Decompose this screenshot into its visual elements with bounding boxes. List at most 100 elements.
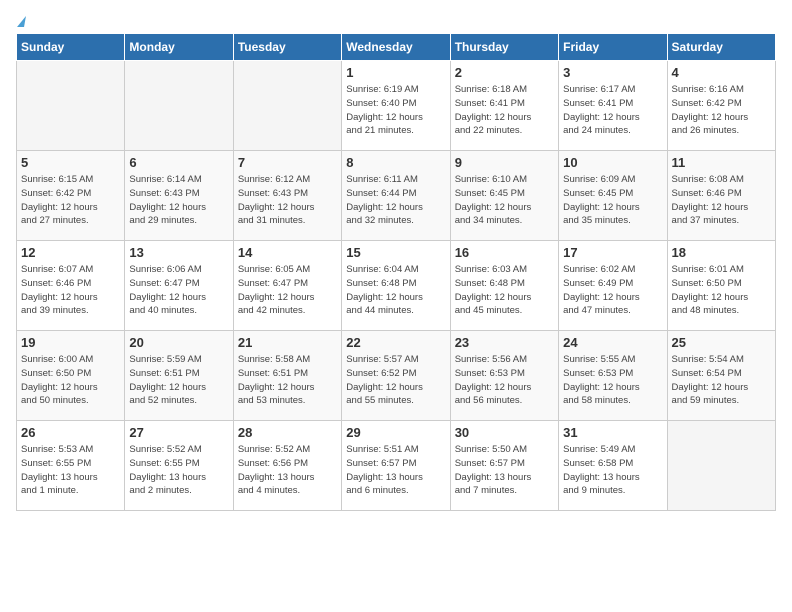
calendar-cell: 13Sunrise: 6:06 AM Sunset: 6:47 PM Dayli… <box>125 241 233 331</box>
calendar-cell: 10 Sunrise: 6:09 AM Sunset: 6:45 PM Dayli… <box>559 151 667 241</box>
calendar-cell: 6 Sunrise: 6:14 AM Sunset: 6:43 PM Daylig… <box>125 151 233 241</box>
day-number: 20 <box>129 335 228 350</box>
day-info: Sunrise: 6:10 AM Sunset: 6:45 PM Dayligh… <box>455 173 554 228</box>
day-number: 26 <box>21 425 120 440</box>
day-info: Sunrise: 6:03 AM Sunset: 6:48 PM Dayligh… <box>455 263 554 318</box>
day-number: 28 <box>238 425 337 440</box>
day-number: 30 <box>455 425 554 440</box>
day-info: Sunrise: 6:07 AM Sunset: 6:46 PM Dayligh… <box>21 263 120 318</box>
day-info: Sunrise: 6:12 AM Sunset: 6:43 PM Dayligh… <box>238 173 337 228</box>
day-info: Sunrise: 5:52 AM Sunset: 6:56 PM Dayligh… <box>238 443 337 498</box>
day-info: Sunrise: 5:49 AM Sunset: 6:58 PM Dayligh… <box>563 443 662 498</box>
calendar-cell: 22 Sunrise: 5:57 AM Sunset: 6:52 PM Dayli… <box>342 331 450 421</box>
calendar-cell: 3Sunrise: 6:17 AM Sunset: 6:41 PM Daylig… <box>559 61 667 151</box>
header <box>16 16 776 27</box>
day-info: Sunrise: 6:11 AM Sunset: 6:44 PM Dayligh… <box>346 173 445 228</box>
day-number: 11 <box>672 155 771 170</box>
day-info: Sunrise: 5:59 AM Sunset: 6:51 PM Dayligh… <box>129 353 228 408</box>
day-number: 9 <box>455 155 554 170</box>
day-info: Sunrise: 6:09 AM Sunset: 6:45 PM Dayligh… <box>563 173 662 228</box>
calendar-cell: 12 Sunrise: 6:07 AM Sunset: 6:46 PM Dayli… <box>17 241 125 331</box>
weekday-header: Monday <box>125 34 233 61</box>
calendar-cell: 21 Sunrise: 5:58 AM Sunset: 6:51 PM Dayli… <box>233 331 341 421</box>
day-number: 12 <box>21 245 120 260</box>
day-number: 1 <box>346 65 445 80</box>
day-info: Sunrise: 5:53 AM Sunset: 6:55 PM Dayligh… <box>21 443 120 498</box>
day-info: Sunrise: 6:16 AM Sunset: 6:42 PM Dayligh… <box>672 83 771 138</box>
day-info: Sunrise: 5:54 AM Sunset: 6:54 PM Dayligh… <box>672 353 771 408</box>
day-number: 24 <box>563 335 662 350</box>
calendar-cell: 16 Sunrise: 6:03 AM Sunset: 6:48 PM Dayli… <box>450 241 558 331</box>
logo <box>16 16 25 27</box>
day-number: 25 <box>672 335 771 350</box>
calendar-cell: 18 Sunrise: 6:01 AM Sunset: 6:50 PM Dayli… <box>667 241 775 331</box>
calendar-cell: 31 Sunrise: 5:49 AM Sunset: 6:58 PM Dayli… <box>559 421 667 511</box>
calendar-cell <box>233 61 341 151</box>
day-number: 21 <box>238 335 337 350</box>
weekday-header: Sunday <box>17 34 125 61</box>
calendar-cell: 14 Sunrise: 6:05 AM Sunset: 6:47 PM Dayli… <box>233 241 341 331</box>
calendar-cell <box>125 61 233 151</box>
calendar-cell: 25 Sunrise: 5:54 AM Sunset: 6:54 PM Dayli… <box>667 331 775 421</box>
day-info: Sunrise: 5:50 AM Sunset: 6:57 PM Dayligh… <box>455 443 554 498</box>
calendar-cell: 26 Sunrise: 5:53 AM Sunset: 6:55 PM Dayli… <box>17 421 125 511</box>
calendar-cell: 30 Sunrise: 5:50 AM Sunset: 6:57 PM Dayli… <box>450 421 558 511</box>
calendar-cell: 9 Sunrise: 6:10 AM Sunset: 6:45 PM Daylig… <box>450 151 558 241</box>
calendar-cell: 27 Sunrise: 5:52 AM Sunset: 6:55 PM Dayli… <box>125 421 233 511</box>
day-info: Sunrise: 6:18 AM Sunset: 6:41 PM Dayligh… <box>455 83 554 138</box>
day-number: 31 <box>563 425 662 440</box>
day-number: 22 <box>346 335 445 350</box>
calendar-cell <box>17 61 125 151</box>
day-number: 19 <box>21 335 120 350</box>
weekday-header: Saturday <box>667 34 775 61</box>
day-info: Sunrise: 6:19 AM Sunset: 6:40 PM Dayligh… <box>346 83 445 138</box>
calendar-cell: 15 Sunrise: 6:04 AM Sunset: 6:48 PM Dayli… <box>342 241 450 331</box>
day-info: Sunrise: 6:14 AM Sunset: 6:43 PM Dayligh… <box>129 173 228 228</box>
calendar-cell: 17 Sunrise: 6:02 AM Sunset: 6:49 PM Dayli… <box>559 241 667 331</box>
day-info: Sunrise: 6:01 AM Sunset: 6:50 PM Dayligh… <box>672 263 771 318</box>
day-number: 4 <box>672 65 771 80</box>
day-info: Sunrise: 5:51 AM Sunset: 6:57 PM Dayligh… <box>346 443 445 498</box>
day-number: 7 <box>238 155 337 170</box>
day-info: Sunrise: 5:55 AM Sunset: 6:53 PM Dayligh… <box>563 353 662 408</box>
day-number: 6 <box>129 155 228 170</box>
day-number: 2 <box>455 65 554 80</box>
day-info: Sunrise: 6:00 AM Sunset: 6:50 PM Dayligh… <box>21 353 120 408</box>
calendar-cell: 23Sunrise: 5:56 AM Sunset: 6:53 PM Dayli… <box>450 331 558 421</box>
calendar-cell: 29 Sunrise: 5:51 AM Sunset: 6:57 PM Dayli… <box>342 421 450 511</box>
calendar-cell: 7 Sunrise: 6:12 AM Sunset: 6:43 PM Daylig… <box>233 151 341 241</box>
day-number: 17 <box>563 245 662 260</box>
calendar-cell: 2 Sunrise: 6:18 AM Sunset: 6:41 PM Daylig… <box>450 61 558 151</box>
day-info: Sunrise: 6:04 AM Sunset: 6:48 PM Dayligh… <box>346 263 445 318</box>
calendar-cell: 28 Sunrise: 5:52 AM Sunset: 6:56 PM Dayli… <box>233 421 341 511</box>
calendar-cell <box>667 421 775 511</box>
day-number: 3 <box>563 65 662 80</box>
day-number: 29 <box>346 425 445 440</box>
calendar-cell: 4 Sunrise: 6:16 AM Sunset: 6:42 PM Daylig… <box>667 61 775 151</box>
day-info: Sunrise: 6:15 AM Sunset: 6:42 PM Dayligh… <box>21 173 120 228</box>
calendar-cell: 5Sunrise: 6:15 AM Sunset: 6:42 PM Daylig… <box>17 151 125 241</box>
day-info: Sunrise: 5:52 AM Sunset: 6:55 PM Dayligh… <box>129 443 228 498</box>
weekday-header: Tuesday <box>233 34 341 61</box>
day-number: 10 <box>563 155 662 170</box>
day-number: 15 <box>346 245 445 260</box>
day-number: 23 <box>455 335 554 350</box>
day-info: Sunrise: 6:02 AM Sunset: 6:49 PM Dayligh… <box>563 263 662 318</box>
weekday-header: Thursday <box>450 34 558 61</box>
calendar-cell: 11Sunrise: 6:08 AM Sunset: 6:46 PM Dayli… <box>667 151 775 241</box>
calendar-cell: 1 Sunrise: 6:19 AM Sunset: 6:40 PM Daylig… <box>342 61 450 151</box>
day-number: 14 <box>238 245 337 260</box>
day-info: Sunrise: 5:58 AM Sunset: 6:51 PM Dayligh… <box>238 353 337 408</box>
calendar-table: SundayMondayTuesdayWednesdayThursdayFrid… <box>16 33 776 511</box>
day-number: 8 <box>346 155 445 170</box>
day-number: 18 <box>672 245 771 260</box>
day-number: 16 <box>455 245 554 260</box>
day-number: 27 <box>129 425 228 440</box>
calendar-cell: 19 Sunrise: 6:00 AM Sunset: 6:50 PM Dayli… <box>17 331 125 421</box>
day-info: Sunrise: 6:05 AM Sunset: 6:47 PM Dayligh… <box>238 263 337 318</box>
day-number: 13 <box>129 245 228 260</box>
weekday-header: Friday <box>559 34 667 61</box>
calendar-cell: 20 Sunrise: 5:59 AM Sunset: 6:51 PM Dayli… <box>125 331 233 421</box>
day-info: Sunrise: 5:57 AM Sunset: 6:52 PM Dayligh… <box>346 353 445 408</box>
weekday-header: Wednesday <box>342 34 450 61</box>
